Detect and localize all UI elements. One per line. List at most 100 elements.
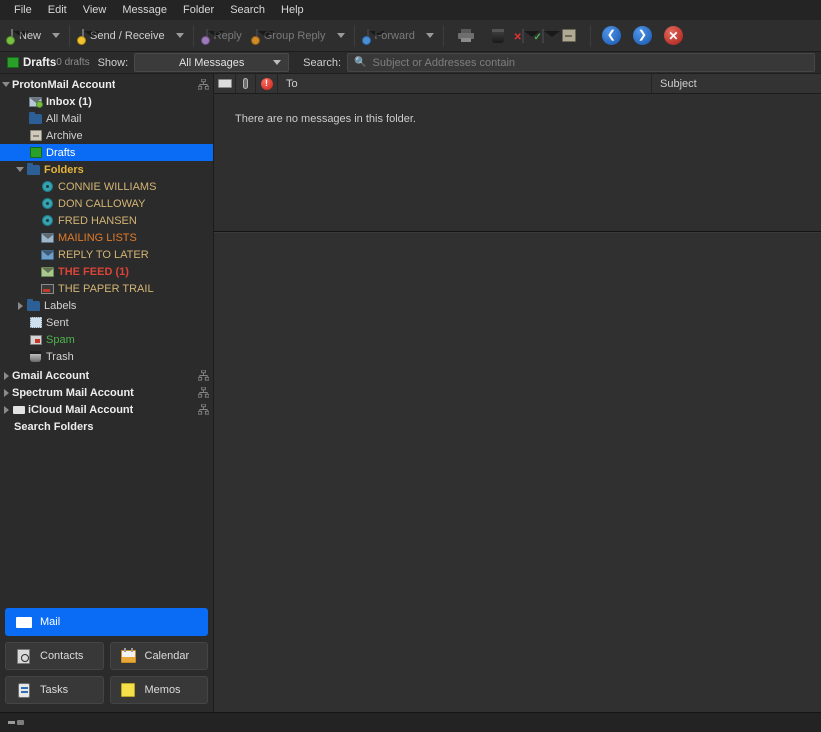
forward-dropdown-caret[interactable] (425, 33, 434, 38)
sidebar-item-labels[interactable]: Labels (0, 297, 213, 314)
group-reply-button[interactable]: Group Reply (249, 23, 333, 49)
chevron-down-icon[interactable] (0, 82, 12, 87)
sidebar-item-sent[interactable]: Sent (0, 314, 213, 331)
sidebar-item-search-folders[interactable]: Search Folders (0, 418, 213, 435)
chevron-down-icon[interactable] (14, 167, 26, 172)
sidebar-item-label: FRED HANSEN (58, 214, 137, 227)
menu-help[interactable]: Help (273, 1, 312, 19)
sidebar-item-label: Search Folders (14, 420, 94, 433)
menu-message[interactable]: Message (114, 1, 175, 19)
chevron-right-icon[interactable] (0, 388, 12, 397)
account-label: Gmail Account (12, 369, 90, 382)
connection-icon (8, 719, 24, 726)
sidebar-item-inbox[interactable]: Inbox (1) (0, 93, 213, 110)
account-gmail[interactable]: Gmail Account (0, 367, 213, 384)
contact-folder-icon (40, 181, 55, 192)
send-receive-button[interactable]: Send / Receive (75, 23, 172, 49)
nav-button-calendar[interactable]: Calendar (109, 642, 208, 670)
contact-folder-icon (40, 215, 55, 226)
memos-icon (120, 683, 137, 698)
reply-button[interactable]: Reply (199, 23, 249, 49)
menu-folder[interactable]: Folder (175, 1, 222, 19)
toolbar-separator-1 (69, 24, 71, 47)
calendar-icon (120, 647, 137, 664)
sidebar-item-folders[interactable]: Folders (0, 161, 213, 178)
archive-icon (28, 130, 43, 141)
print-icon (457, 29, 474, 42)
message-area: ! To Subject There are no messages in th… (214, 74, 821, 712)
nav-button-memos[interactable]: Memos (109, 676, 208, 704)
menu-file[interactable]: File (6, 1, 40, 19)
sidebar-item-label: Inbox (1) (46, 95, 92, 108)
search-icon: 🔍 (354, 57, 367, 68)
account-protonmail[interactable]: ProtonMail Account (0, 76, 213, 93)
back-button[interactable]: ❮ (596, 23, 627, 49)
junk-button[interactable]: ✕ (513, 23, 533, 49)
column-attachment[interactable] (236, 74, 256, 93)
server-icon (198, 370, 209, 381)
sidebar-item-archive[interactable]: Archive (0, 127, 213, 144)
forward-button[interactable]: Forward (360, 23, 422, 49)
account-icloud[interactable]: iCloud Mail Account (0, 401, 213, 418)
message-list-header: ! To Subject (214, 74, 821, 94)
print-button[interactable] (449, 23, 483, 49)
menu-search[interactable]: Search (222, 1, 273, 19)
column-subject[interactable]: Subject (652, 74, 821, 93)
column-read-status[interactable] (214, 74, 236, 93)
account-spectrum[interactable]: Spectrum Mail Account (0, 384, 213, 401)
sidebar-item-fred-hansen[interactable]: FRED HANSEN (0, 212, 213, 229)
chevron-right-icon[interactable] (14, 301, 26, 310)
sidebar-item-spam[interactable]: Spam (0, 331, 213, 348)
sidebar-item-the-feed[interactable]: THE FEED (1) (0, 263, 213, 280)
sidebar-item-connie-williams[interactable]: CONNIE WILLIAMS (0, 178, 213, 195)
column-importance[interactable]: ! (256, 74, 278, 93)
nav-button-tasks[interactable]: Tasks (5, 676, 104, 704)
sidebar-item-label: All Mail (46, 112, 82, 125)
toolbar-separator-5 (589, 24, 591, 47)
sidebar-item-mailing-lists[interactable]: MAILING LISTS (0, 229, 213, 246)
new-dropdown-caret[interactable] (52, 33, 61, 38)
search-input[interactable]: 🔍 Subject or Addresses contain (347, 53, 815, 72)
show-filter-select[interactable]: All Messages (134, 53, 290, 72)
chevron-right-icon[interactable] (0, 371, 12, 380)
new-message-button[interactable]: New (4, 23, 48, 49)
sidebar-item-label: Archive (46, 129, 83, 142)
column-to[interactable]: To (278, 74, 652, 93)
menu-bar: File Edit View Message Folder Search Hel… (0, 0, 821, 20)
message-list[interactable]: There are no messages in this folder. (214, 94, 821, 232)
attachment-icon (243, 78, 248, 89)
filter-bar: Drafts 0 drafts Show: All Messages Searc… (0, 52, 821, 74)
contacts-icon (15, 648, 32, 664)
menu-view[interactable]: View (75, 1, 115, 19)
toolbar-separator-4 (442, 24, 444, 47)
send-receive-dropdown-caret[interactable] (175, 33, 184, 38)
next-button[interactable]: ❯ (627, 23, 658, 49)
stop-button[interactable]: ✕ (658, 23, 689, 49)
mark-read-button[interactable]: ✓ (533, 23, 553, 49)
trash-icon (28, 351, 43, 362)
sidebar-item-all-mail[interactable]: All Mail (0, 110, 213, 127)
sidebar-item-the-paper-trail[interactable]: THE PAPER TRAIL (0, 280, 213, 297)
forward-arrow-icon: ❯ (632, 26, 652, 45)
nav-button-contacts[interactable]: Contacts (5, 642, 104, 670)
folder-icon (26, 298, 41, 311)
server-icon (198, 387, 209, 398)
new-message-icon (6, 28, 15, 45)
folder-icon (28, 111, 43, 124)
server-icon (198, 79, 209, 90)
sidebar-item-reply-to-later[interactable]: REPLY TO LATER (0, 246, 213, 263)
menu-edit[interactable]: Edit (40, 1, 75, 19)
account-label: Spectrum Mail Account (12, 386, 134, 399)
nav-button-mail[interactable]: Mail (5, 608, 208, 636)
sidebar-item-trash[interactable]: Trash (0, 348, 213, 365)
sidebar-item-label: REPLY TO LATER (58, 248, 149, 261)
delete-button[interactable] (483, 23, 513, 49)
main-toolbar: New Send / Receive Reply Group Reply For… (0, 20, 821, 52)
chevron-right-icon[interactable] (0, 405, 12, 414)
search-placeholder: Subject or Addresses contain (372, 56, 516, 69)
sidebar-item-don-calloway[interactable]: DON CALLOWAY (0, 195, 213, 212)
sidebar-item-drafts[interactable]: Drafts (0, 144, 213, 161)
nav-row-contacts-calendar: Contacts Calendar (5, 642, 208, 670)
group-reply-dropdown-caret[interactable] (336, 33, 345, 38)
sidebar: ProtonMail Account Inbox (1) All Mail Ar… (0, 74, 214, 712)
